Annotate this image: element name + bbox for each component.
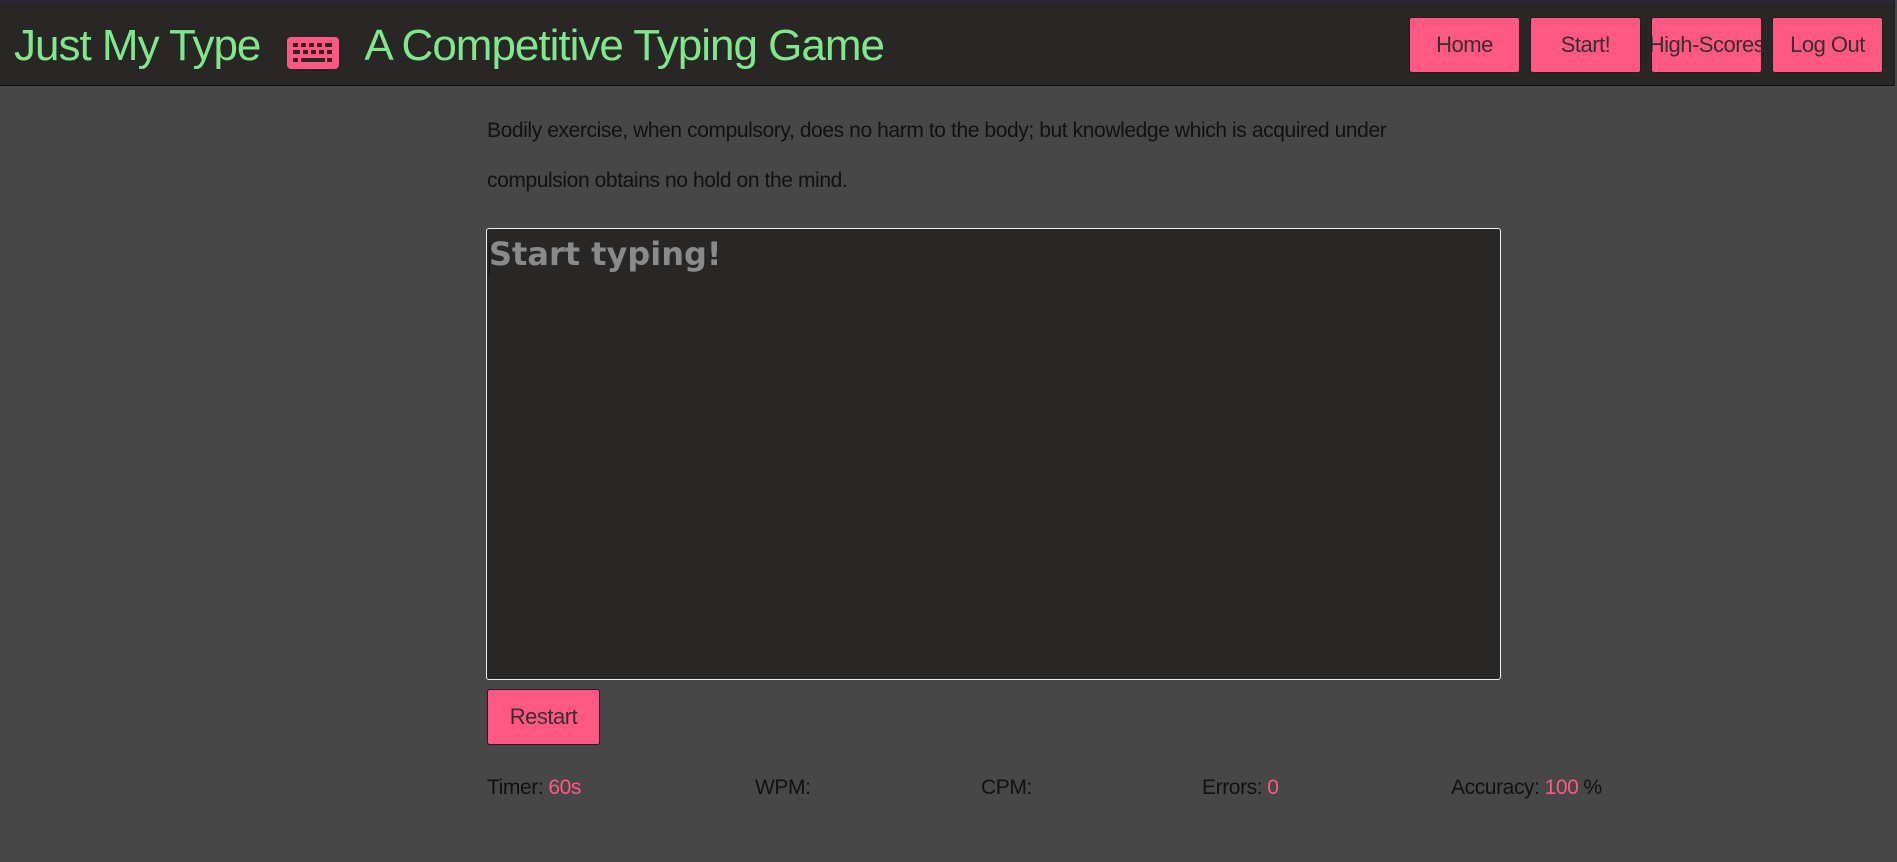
timer-value: 60s bbox=[548, 776, 581, 799]
home-button[interactable]: Home bbox=[1409, 17, 1520, 73]
log-out-button[interactable]: Log Out bbox=[1772, 17, 1883, 73]
nav-buttons: Home Start! High-Scores Log Out bbox=[1409, 17, 1883, 73]
errors-label: Errors: bbox=[1202, 776, 1263, 799]
keyboard-icon bbox=[287, 30, 340, 69]
accuracy-unit: % bbox=[1583, 776, 1602, 799]
wpm-stat: WPM: bbox=[755, 772, 816, 804]
cpm-stat: CPM: bbox=[981, 772, 1037, 804]
top-navbar: Just My Type A Competitive Typing Game H… bbox=[0, 0, 1895, 86]
accuracy-value: 100 bbox=[1544, 776, 1579, 799]
app-title: Just My Type bbox=[14, 21, 261, 70]
cpm-label: CPM: bbox=[981, 776, 1032, 799]
errors-value: 0 bbox=[1267, 776, 1279, 799]
timer-stat: Timer: 60s bbox=[487, 772, 581, 804]
wpm-label: WPM: bbox=[755, 776, 811, 799]
typing-placeholder: Start typing! bbox=[489, 235, 722, 273]
errors-stat: Errors: 0 bbox=[1202, 772, 1279, 804]
accuracy-label: Accuracy: bbox=[1451, 776, 1540, 799]
accuracy-stat: Accuracy: 100 % bbox=[1451, 772, 1602, 804]
brand: Just My Type A Competitive Typing Game bbox=[14, 16, 885, 76]
restart-button[interactable]: Restart bbox=[487, 689, 600, 745]
typing-input[interactable]: Start typing! bbox=[486, 228, 1501, 680]
high-scores-button[interactable]: High-Scores bbox=[1651, 17, 1762, 73]
app-subtitle: A Competitive Typing Game bbox=[364, 21, 885, 70]
timer-label: Timer: bbox=[487, 776, 544, 799]
start-button[interactable]: Start! bbox=[1530, 17, 1641, 73]
quote-text: Bodily exercise, when compulsory, does n… bbox=[487, 119, 1387, 192]
